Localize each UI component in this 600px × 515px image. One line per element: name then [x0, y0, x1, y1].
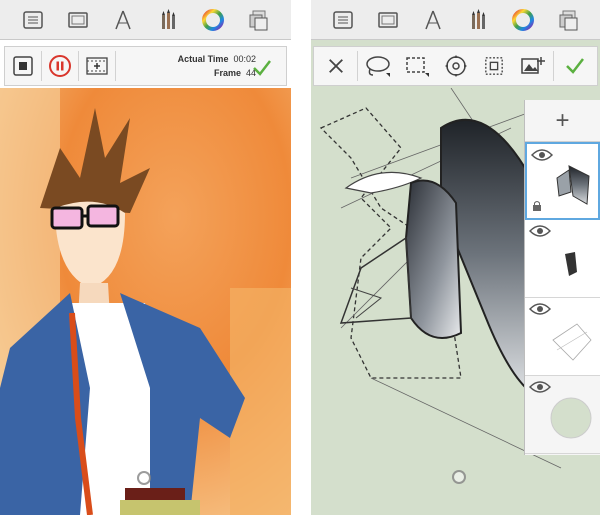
frame-label: Frame — [213, 68, 241, 78]
marquee-tool[interactable] — [476, 48, 512, 84]
layer-thumbnail — [556, 165, 590, 205]
right-app-panel: + — [311, 0, 600, 515]
lasso-icon — [366, 56, 391, 77]
layer-thumbnail — [552, 323, 592, 361]
color-wheel-icon[interactable] — [509, 6, 537, 34]
divider — [553, 51, 555, 81]
rect-select-icon — [406, 57, 429, 77]
lock-icon[interactable] — [531, 200, 543, 212]
image-import-icon — [521, 57, 545, 74]
rect-select-tool[interactable] — [399, 48, 435, 84]
layer-thumbnail — [565, 252, 577, 276]
confirm-button[interactable] — [557, 48, 593, 84]
checkmark-icon — [253, 60, 271, 76]
playhead-indicator[interactable] — [137, 471, 151, 485]
left-app-panel: Actual Time 00:02 Frame 44 — [0, 0, 291, 515]
selection-toolbar — [313, 46, 598, 86]
layer-item[interactable] — [525, 142, 600, 220]
layers-icon[interactable] — [554, 6, 582, 34]
add-frame-button[interactable] — [79, 48, 115, 84]
color-wheel-icon[interactable] — [199, 6, 227, 34]
layers-panel: + — [524, 100, 600, 455]
ruler-icon[interactable] — [109, 6, 137, 34]
brushes-icon[interactable] — [154, 6, 182, 34]
canvas-icon[interactable] — [374, 6, 402, 34]
marquee-icon — [485, 57, 503, 75]
film-add-icon — [86, 57, 108, 75]
right-main-toolbar — [311, 0, 600, 40]
list-icon[interactable] — [329, 6, 357, 34]
transform-icon — [444, 55, 467, 77]
ruler-icon[interactable] — [419, 6, 447, 34]
divider — [356, 51, 358, 81]
drawing-canvas[interactable] — [0, 88, 291, 515]
stop-icon — [13, 56, 33, 76]
left-main-toolbar — [0, 0, 291, 40]
lasso-tool[interactable] — [360, 48, 396, 84]
checkmark-icon — [566, 58, 584, 74]
pause-button[interactable] — [42, 48, 78, 84]
fashion-illustration — [0, 88, 291, 515]
pause-icon — [49, 55, 71, 77]
close-icon — [329, 59, 343, 73]
transform-tool[interactable] — [438, 48, 474, 84]
canvas-icon[interactable] — [64, 6, 92, 34]
layer-item[interactable] — [525, 220, 600, 298]
close-button[interactable] — [318, 48, 354, 84]
add-layer-button[interactable]: + — [525, 100, 600, 142]
pan-indicator[interactable] — [452, 470, 466, 484]
actual-time-label: Actual Time — [177, 54, 229, 64]
stop-button[interactable] — [5, 48, 41, 84]
confirm-button[interactable] — [244, 50, 280, 86]
layers-icon[interactable] — [244, 6, 272, 34]
recording-bar: Actual Time 00:02 Frame 44 — [4, 46, 287, 86]
brushes-icon[interactable] — [464, 6, 492, 34]
layer-item[interactable] — [525, 376, 600, 454]
list-icon[interactable] — [19, 6, 47, 34]
layer-item[interactable] — [525, 298, 600, 376]
image-import-tool[interactable] — [515, 48, 551, 84]
layer-thumbnail — [550, 397, 592, 439]
